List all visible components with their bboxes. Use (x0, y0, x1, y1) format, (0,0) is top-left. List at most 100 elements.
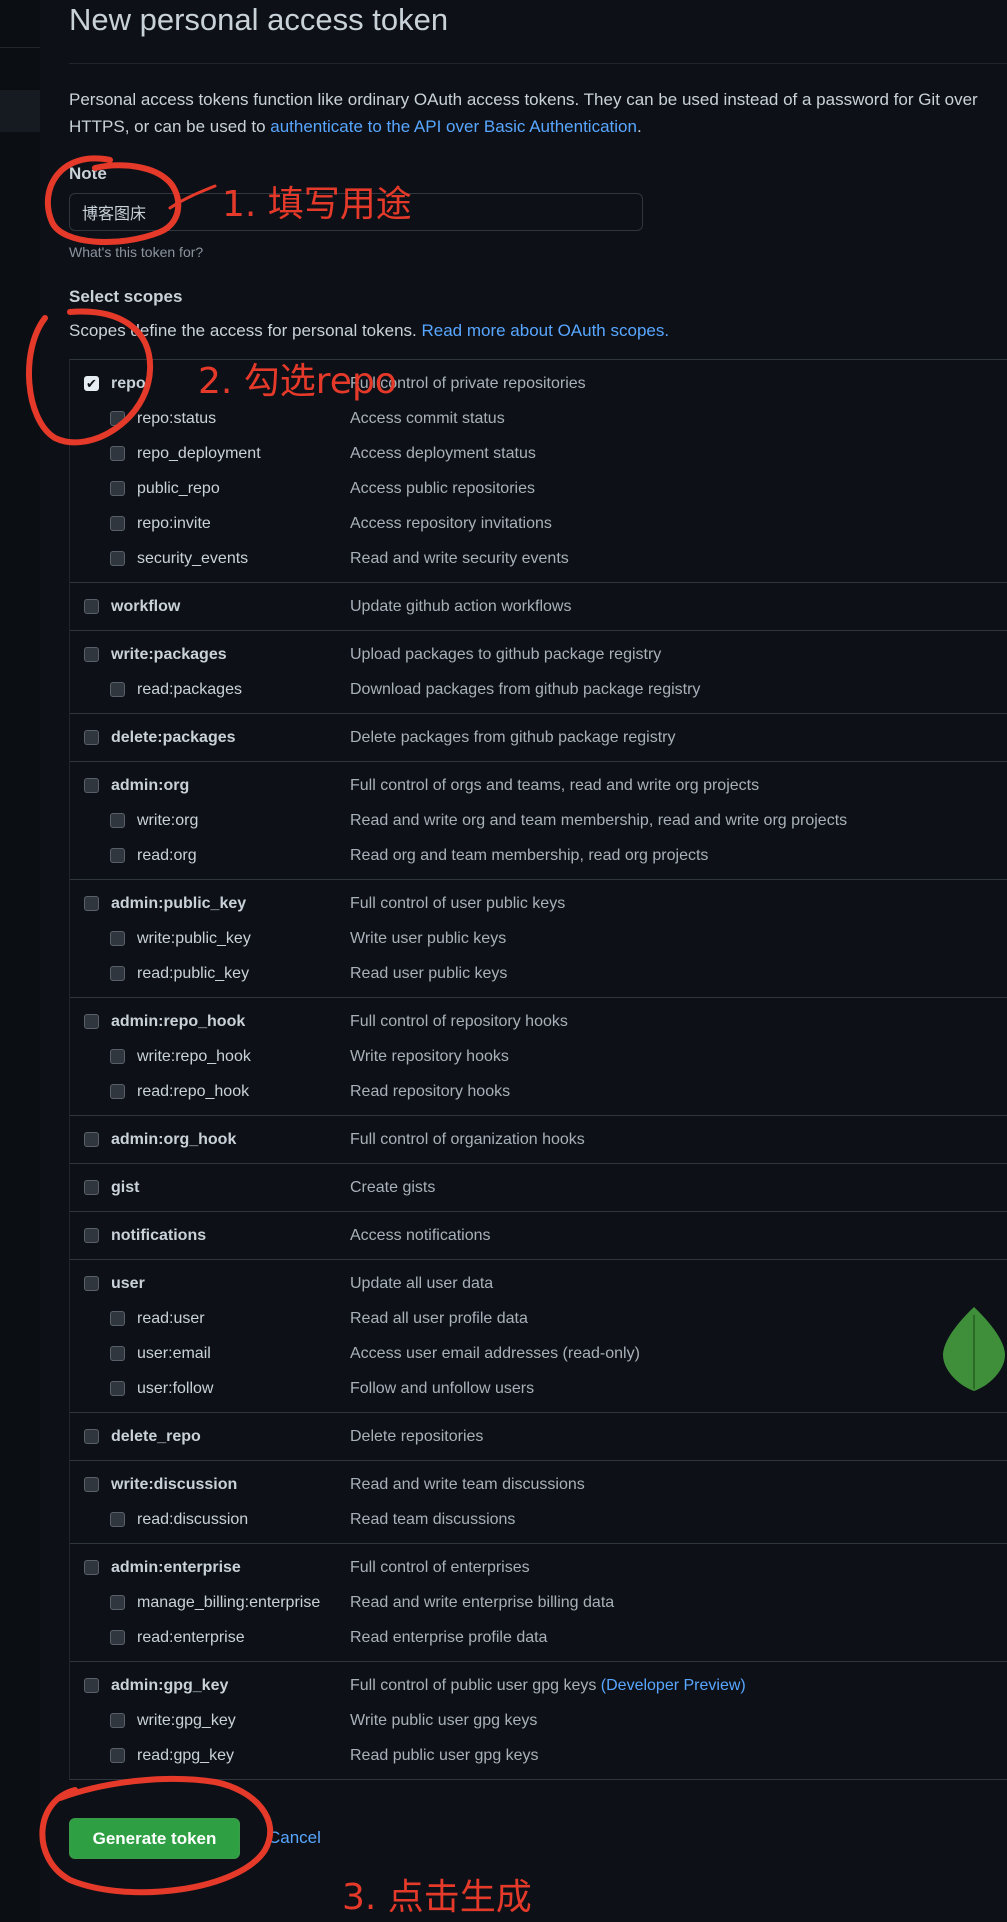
leaf-icon (943, 1307, 1005, 1391)
scope-checkbox[interactable] (110, 1748, 125, 1763)
scope-checkbox[interactable] (110, 411, 125, 426)
scope-row: user:follow Follow and unfollow users (70, 1371, 1007, 1406)
basic-auth-link[interactable]: authenticate to the API over Basic Authe… (270, 117, 637, 136)
scope-checkbox[interactable] (84, 599, 99, 614)
scope-checkbox[interactable] (84, 1276, 99, 1291)
scopes-description: Scopes define the access for personal to… (69, 321, 669, 341)
scope-description: Access deployment status (350, 445, 536, 463)
scope-checkbox[interactable] (110, 813, 125, 828)
scope-group: workflow Update github action workflows (70, 583, 1007, 631)
scope-checkbox[interactable] (110, 1084, 125, 1099)
scope-name: write:gpg_key (137, 1711, 236, 1729)
scope-name: admin:enterprise (111, 1558, 241, 1576)
scope-checkbox[interactable] (110, 481, 125, 496)
scope-checkbox[interactable] (110, 931, 125, 946)
scope-checkbox[interactable] (84, 647, 99, 662)
scope-row: workflow Update github action workflows (70, 589, 1007, 624)
developer-preview-link[interactable]: (Developer Preview) (601, 1677, 746, 1694)
scope-checkbox[interactable] (110, 1049, 125, 1064)
scope-row: security_events Read and write security e… (70, 541, 1007, 576)
scope-checkbox[interactable] (110, 1630, 125, 1645)
scope-checkbox[interactable] (84, 896, 99, 911)
intro-line1: Personal access tokens function like ord… (69, 90, 978, 109)
scope-description: Full control of organization hooks (350, 1131, 585, 1149)
scope-description: Follow and unfollow users (350, 1380, 534, 1398)
scope-row: read:user Read all user profile data (70, 1301, 1007, 1336)
scope-description: Write repository hooks (350, 1048, 509, 1066)
scope-description: Create gists (350, 1179, 435, 1197)
scope-description-text: Delete packages from github package regi… (350, 728, 676, 746)
scope-description-text: Full control of organization hooks (350, 1130, 585, 1148)
scope-row: write:org Read and write org and team mem… (70, 803, 1007, 838)
scope-checkbox[interactable] (84, 730, 99, 745)
scope-checkbox[interactable] (110, 1381, 125, 1396)
scope-description-text: Read all user profile data (350, 1309, 528, 1327)
scope-description-text: Update all user data (350, 1274, 494, 1292)
scope-row: repo_deployment Access deployment status (70, 436, 1007, 471)
scope-description: Delete repositories (350, 1428, 483, 1446)
scope-checkbox[interactable] (84, 1429, 99, 1444)
scope-row: gist Create gists (70, 1170, 1007, 1205)
scope-checkbox[interactable] (84, 1014, 99, 1029)
scope-name: admin:repo_hook (111, 1012, 246, 1030)
scope-description: Read team discussions (350, 1511, 515, 1529)
scope-description-text: Read and write enterprise billing data (350, 1593, 615, 1611)
scope-checkbox[interactable] (84, 1228, 99, 1243)
scope-name: admin:gpg_key (111, 1676, 229, 1694)
scope-checkbox[interactable] (84, 1678, 99, 1693)
scope-checkbox[interactable] (110, 446, 125, 461)
scope-name: manage_billing:enterprise (137, 1593, 321, 1611)
scope-checkbox[interactable] (84, 1180, 99, 1195)
scope-description-text: Read and write security events (350, 549, 569, 567)
generate-token-button[interactable]: Generate token (69, 1818, 240, 1859)
scope-name: repo:invite (137, 514, 211, 532)
scope-name: repo:status (137, 409, 217, 427)
scope-row: admin:repo_hook Full control of repositor… (70, 1004, 1007, 1039)
scope-description: Access repository invitations (350, 515, 552, 533)
scope-description: Full control of enterprises (350, 1559, 530, 1577)
scope-checkbox[interactable] (110, 551, 125, 566)
scope-checkbox[interactable]: ✔ (84, 376, 99, 391)
scope-description: Delete packages from github package regi… (350, 729, 676, 747)
scope-description: Write user public keys (350, 930, 506, 948)
scope-checkbox[interactable] (110, 1346, 125, 1361)
scope-checkbox[interactable] (84, 1477, 99, 1492)
oauth-scopes-link[interactable]: Read more about OAuth scopes. (421, 321, 669, 340)
scope-checkbox[interactable] (84, 1132, 99, 1147)
scope-checkbox[interactable] (110, 966, 125, 981)
scope-name: read:enterprise (137, 1628, 245, 1646)
cancel-link[interactable]: Cancel (268, 1828, 321, 1848)
scope-name: write:public_key (137, 929, 251, 947)
scope-checkbox[interactable] (84, 778, 99, 793)
scope-checkbox[interactable] (110, 516, 125, 531)
scope-checkbox[interactable] (110, 1512, 125, 1527)
annotation-step1: 1. 填写用途 (222, 184, 412, 225)
scopes-description-text: Scopes define the access for personal to… (69, 321, 422, 340)
rail-selected-item (0, 90, 40, 132)
scope-description: Read and write enterprise billing data (350, 1594, 614, 1612)
scope-name: notifications (111, 1226, 207, 1244)
select-scopes-heading: Select scopes (69, 287, 183, 306)
scope-group: gist Create gists (70, 1164, 1007, 1212)
scope-description-text: Download packages from github package re… (350, 680, 701, 698)
scope-group: admin:repo_hook Full control of repositor… (70, 998, 1007, 1116)
scope-name: workflow (111, 597, 181, 615)
scope-row: admin:org_hook Full control of organizati… (70, 1122, 1007, 1157)
scope-name: read:user (137, 1309, 205, 1327)
scope-checkbox[interactable] (110, 1713, 125, 1728)
scope-checkbox[interactable] (84, 1560, 99, 1575)
scope-checkbox[interactable] (110, 848, 125, 863)
scope-description-text: Read and write org and team membership, … (350, 811, 848, 829)
page-title: New personal access token (69, 2, 449, 37)
scope-checkbox[interactable] (110, 1311, 125, 1326)
scope-description: Read and write org and team membership, … (350, 812, 847, 830)
scope-checkbox[interactable] (110, 1595, 125, 1610)
scope-description: Access commit status (350, 410, 505, 428)
scope-group: write:packages Upload packages to github … (70, 631, 1007, 714)
scope-description-text: Full control of orgs and teams, read and… (350, 776, 760, 794)
scope-table: ✔ repo Full control of private repositorie… (69, 359, 1007, 1780)
scope-checkbox[interactable] (110, 682, 125, 697)
scope-name: read:public_key (137, 964, 250, 982)
scope-group: write:discussion Read and write team disc… (70, 1461, 1007, 1544)
scope-description-text: Access user email addresses (read-only) (350, 1344, 640, 1362)
